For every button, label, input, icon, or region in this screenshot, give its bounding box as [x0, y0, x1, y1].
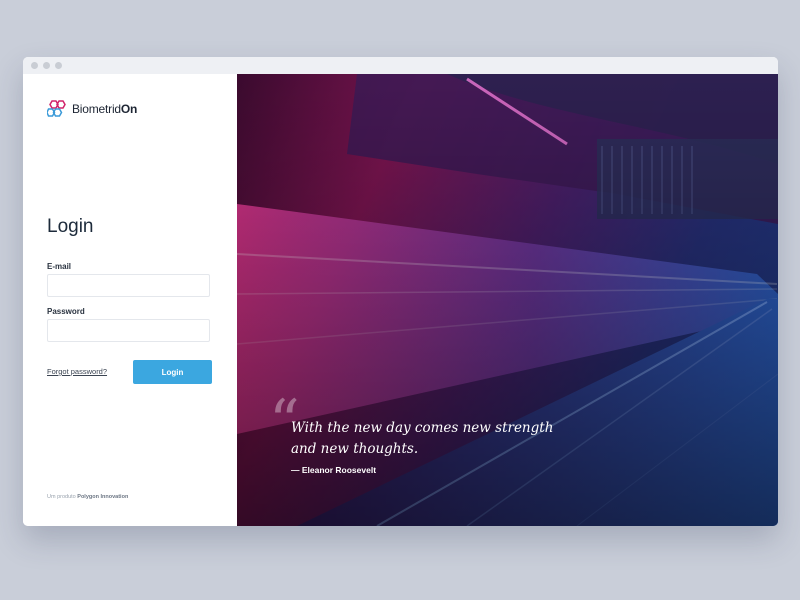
footer-credit: Um produto Polygon Innovation [47, 494, 128, 500]
page-title: Login [47, 216, 94, 237]
quote-author: — Eleanor Roosevelt [291, 465, 377, 475]
password-field[interactable] [47, 319, 210, 342]
forgot-password-link[interactable]: Forgot password? [47, 367, 107, 376]
footer-company-link[interactable]: Polygon Innovation [77, 494, 128, 500]
window-titlebar [23, 57, 778, 74]
email-label: E-mail [47, 262, 72, 271]
brand-name-suffix: On [120, 102, 138, 116]
hexagon-cluster-icon [47, 100, 66, 117]
hero-quote-line-1: With the new day comes new strength [291, 420, 554, 436]
browser-window: BiometridOn Login E-mail Password Forgot… [23, 57, 778, 526]
footer-prefix: Um produto [47, 494, 76, 500]
hero-quote: With the new day comes new strength and … [291, 418, 581, 460]
email-field[interactable] [47, 274, 210, 297]
maximize-window-icon[interactable] [55, 62, 62, 69]
minimize-window-icon[interactable] [43, 62, 50, 69]
hero-image-panel: “ With the new day comes new strength an… [237, 74, 778, 526]
brand-logo: BiometridOn [47, 99, 137, 119]
brand-name-prefix: Biometrid [72, 102, 121, 116]
login-panel: BiometridOn Login E-mail Password Forgot… [23, 74, 237, 526]
brand-name: BiometridOn [72, 102, 137, 116]
password-label: Password [47, 307, 85, 316]
login-button[interactable]: Login [133, 360, 212, 384]
close-window-icon[interactable] [31, 62, 38, 69]
hero-quote-line-2: and new thoughts. [291, 441, 419, 457]
